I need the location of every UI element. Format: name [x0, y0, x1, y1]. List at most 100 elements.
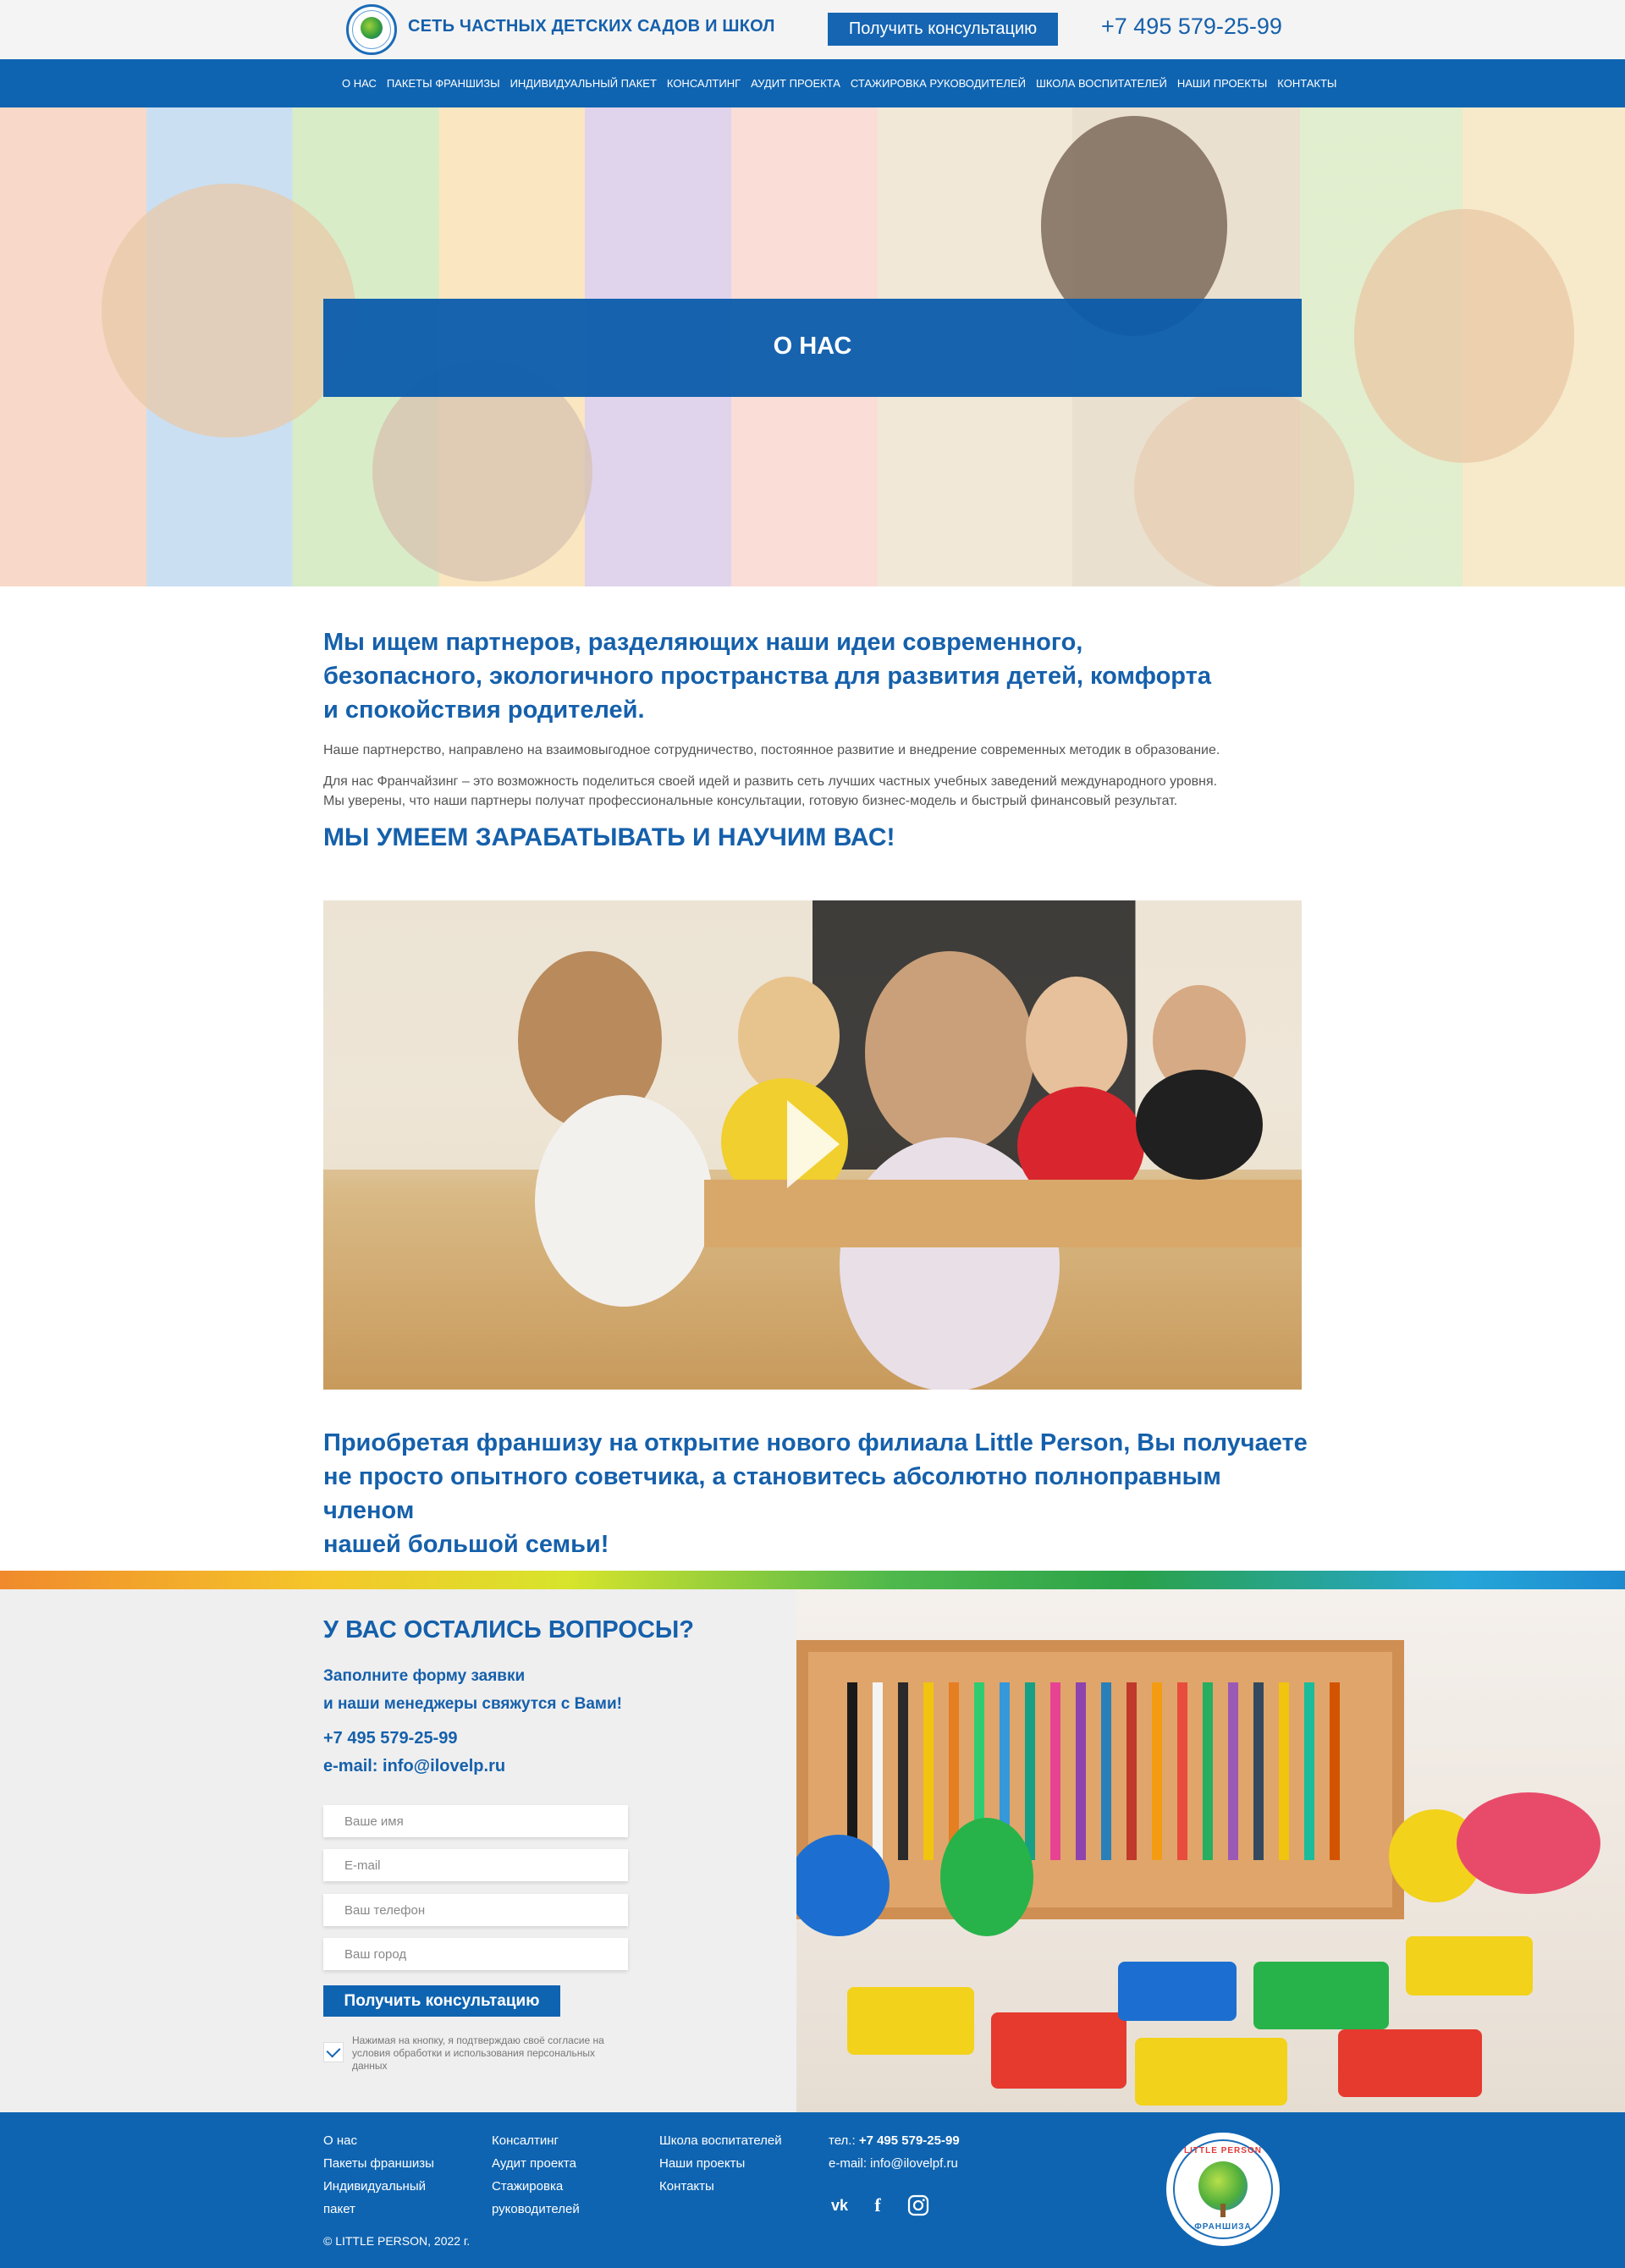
brand-name: СЕТЬ ЧАСТНЫХ ДЕТСКИХ САДОВ И ШКОЛ	[408, 17, 775, 36]
footer-email[interactable]: e-mail: info@ilovelpf.ru	[829, 2152, 960, 2175]
closing-line: нашей большой семьи!	[323, 1531, 609, 1558]
nav-item-packages[interactable]: ПАКЕТЫ ФРАНШИЗЫ	[387, 77, 500, 90]
video-player[interactable]	[323, 900, 1302, 1390]
photo-pencil	[1177, 1682, 1187, 1860]
video-photo-table	[704, 1180, 1302, 1247]
footer	[0, 2112, 1625, 2268]
footer-logo[interactable]: LITTLE PERSON ФРАНШИЗА	[1166, 2133, 1280, 2246]
photo-block-toy	[991, 2012, 1126, 2089]
contact-title: У ВАС ОСТАЛИСЬ ВОПРОСЫ?	[323, 1616, 695, 1643]
header-phone[interactable]: +7 495 579-25-99	[1101, 14, 1282, 40]
slogan: МЫ УМЕЕМ ЗАРАБАТЫВАТЬ И НАУЧИМ ВАС!	[323, 823, 895, 851]
video-photo-child	[1026, 977, 1127, 1104]
logo-brand-text: LITTLE PERSON	[1184, 2146, 1262, 2155]
consent-checkbox[interactable]	[323, 2042, 344, 2062]
photo-pencil	[1152, 1682, 1162, 1860]
contact-subtitle: Заполните форму заявки и наши менеджеры …	[323, 1662, 622, 1718]
photo-block-toy	[847, 1987, 974, 2055]
photo-pencil	[1025, 1682, 1035, 1860]
hero-photo-child	[1134, 387, 1354, 586]
paragraph-line: Мы уверены, что наши партнеры получат пр…	[323, 794, 1178, 808]
footer-link-projects[interactable]: Наши проекты	[659, 2152, 782, 2175]
contact-subtitle-line: и наши менеджеры свяжутся с Вами!	[323, 1695, 622, 1713]
city-field[interactable]	[323, 1938, 628, 1970]
footer-link-packages[interactable]: Пакеты франшизы	[323, 2152, 434, 2175]
name-field[interactable]	[323, 1805, 628, 1837]
logo[interactable]	[346, 4, 397, 55]
nav-item-contacts[interactable]: КОНТАКТЫ	[1277, 77, 1336, 90]
nav-item-projects[interactable]: НАШИ ПРОЕКТЫ	[1177, 77, 1267, 90]
top-bar: СЕТЬ ЧАСТНЫХ ДЕТСКИХ САДОВ И ШКОЛ Получи…	[0, 0, 1625, 59]
tree-trunk	[1220, 2204, 1226, 2217]
intro-heading: Мы ищем партнеров, разделяющих наши идеи…	[323, 625, 1254, 727]
footer-link-internship-2[interactable]: руководителей	[492, 2198, 580, 2221]
tree-icon	[361, 17, 383, 39]
video-photo-child	[1136, 1070, 1263, 1180]
main-nav: О НАС ПАКЕТЫ ФРАНШИЗЫ ИНДИВИДУАЛЬНЫЙ ПАК…	[0, 59, 1625, 107]
photo-pencil	[1279, 1682, 1289, 1860]
photo-pencil	[1304, 1682, 1314, 1860]
photo-pencil	[1050, 1682, 1060, 1860]
photo-block-toy	[1135, 2038, 1287, 2106]
contact-photo	[796, 1589, 1625, 2112]
photo-ring-toy	[1457, 1792, 1600, 1894]
check-icon	[326, 2043, 341, 2058]
photo-pencil	[847, 1682, 857, 1860]
photo-block-toy	[1338, 2029, 1482, 2097]
phone-field[interactable]	[323, 1894, 628, 1926]
paragraph-line: Для нас Франчайзинг – это возможность по…	[323, 774, 1218, 789]
footer-phone-row: тел.: +7 495 579-25-99	[829, 2129, 960, 2152]
play-icon[interactable]	[787, 1100, 840, 1188]
footer-link-individual-2[interactable]: пакет	[323, 2198, 434, 2221]
photo-pencil	[1126, 1682, 1137, 1860]
intro-paragraph-2: Для нас Франчайзинг – это возможность по…	[323, 772, 1305, 811]
nav-item-about[interactable]: О НАС	[342, 77, 377, 90]
footer-link-internship[interactable]: Стажировка	[492, 2175, 580, 2198]
intro-paragraph-1: Наше партнерство, направлено на взаимовы…	[323, 743, 1220, 757]
instagram-icon[interactable]	[907, 2194, 929, 2216]
hero-photo-child	[102, 184, 355, 438]
closing-line: Приобретая франшизу на открытие нового ф…	[323, 1429, 1308, 1456]
footer-link-consulting[interactable]: Консалтинг	[492, 2129, 580, 2152]
photo-pencil	[1253, 1682, 1264, 1860]
vk-icon[interactable]: vk	[829, 2194, 851, 2216]
consultation-button[interactable]: Получить консультацию	[828, 13, 1058, 46]
rainbow-divider	[0, 1571, 1625, 1589]
photo-block-toy	[1118, 1962, 1237, 2021]
photo-pencil	[898, 1682, 908, 1860]
instagram-glyph	[907, 2194, 929, 2216]
facebook-icon[interactable]: f	[867, 2194, 889, 2216]
footer-link-teacher-school[interactable]: Школа воспитателей	[659, 2129, 782, 2152]
nav-item-consulting[interactable]: КОНСАЛТИНГ	[667, 77, 741, 90]
nav-item-internship[interactable]: СТАЖИРОВКА РУКОВОДИТЕЛЕЙ	[851, 77, 1026, 90]
email-field[interactable]	[323, 1849, 628, 1881]
photo-pencil	[1203, 1682, 1213, 1860]
hero-photo-child	[1354, 209, 1574, 463]
nav-item-individual[interactable]: ИНДИВИДУАЛЬНЫЙ ПАКЕТ	[510, 77, 657, 90]
intro-heading-line: безопасного, экологичного пространства д…	[323, 663, 1211, 690]
photo-pencil	[873, 1682, 883, 1860]
closing-line: не просто опытного советчика, а становит…	[323, 1463, 1221, 1524]
footer-link-contacts[interactable]: Контакты	[659, 2175, 782, 2198]
footer-contacts: тел.: +7 495 579-25-99 e-mail: info@ilov…	[829, 2129, 960, 2175]
footer-column-1: О нас Пакеты франшизы Индивидуальный пак…	[323, 2129, 434, 2221]
contact-phone[interactable]: +7 495 579-25-99	[323, 1729, 457, 1748]
photo-ring-toy	[796, 1835, 890, 1936]
footer-phone-label: тел.:	[829, 2133, 856, 2148]
footer-link-audit[interactable]: Аудит проекта	[492, 2152, 580, 2175]
footer-link-individual[interactable]: Индивидуальный	[323, 2175, 434, 2198]
photo-ring-toy	[940, 1818, 1033, 1936]
photo-pencil	[1228, 1682, 1238, 1860]
nav-item-teacher-school[interactable]: ШКОЛА ВОСПИТАТЕЛЕЙ	[1036, 77, 1167, 90]
page-title: О НАС	[773, 333, 852, 360]
submit-consultation-button[interactable]: Получить консультацию	[323, 1985, 560, 2017]
footer-phone[interactable]: +7 495 579-25-99	[859, 2133, 960, 2148]
video-photo-child	[535, 1095, 713, 1307]
intro-heading-line: Мы ищем партнеров, разделяющих наши идеи…	[323, 629, 1083, 656]
photo-block-toy	[1253, 1962, 1389, 2029]
nav-item-audit[interactable]: АУДИТ ПРОЕКТА	[751, 77, 840, 90]
footer-link-about[interactable]: О нас	[323, 2129, 434, 2152]
photo-pencil	[1076, 1682, 1086, 1860]
photo-pencil	[1101, 1682, 1111, 1860]
contact-email[interactable]: e-mail: info@ilovelp.ru	[323, 1757, 505, 1776]
